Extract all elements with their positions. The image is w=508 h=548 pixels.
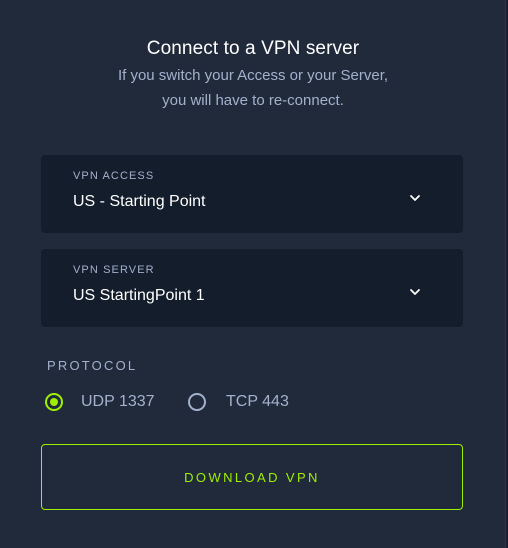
protocol-option-label: TCP 443 xyxy=(226,393,289,410)
panel-subtitle-line-1: If you switch your Access or your Server… xyxy=(117,67,389,84)
chevron-down-icon[interactable] xyxy=(409,287,421,297)
vpn-server-value: US StartingPoint 1 xyxy=(73,287,205,304)
radio-checked-icon[interactable] xyxy=(45,393,63,411)
download-vpn-button[interactable]: DOWNLOAD VPN xyxy=(41,444,463,510)
vpn-connect-panel: Connect to a VPN server If you switch yo… xyxy=(0,0,506,548)
vpn-server-select[interactable]: VPN SERVER US StartingPoint 1 xyxy=(41,249,463,327)
vpn-server-label: VPN SERVER xyxy=(73,264,155,276)
vpn-access-label: VPN ACCESS xyxy=(73,170,155,182)
vpn-access-select[interactable]: VPN ACCESS US - Starting Point xyxy=(41,155,463,233)
protocol-radio-udp[interactable]: UDP 1337 xyxy=(45,390,155,414)
protocol-radio-tcp[interactable]: TCP 443 xyxy=(188,390,289,414)
protocol-option-label: UDP 1337 xyxy=(81,393,155,410)
panel-subtitle-line-2: you will have to re-connect. xyxy=(162,92,344,109)
protocol-label: PROTOCOL xyxy=(47,358,138,373)
panel-title: Connect to a VPN server xyxy=(146,38,360,59)
vpn-access-value: US - Starting Point xyxy=(73,193,206,210)
radio-unchecked-icon[interactable] xyxy=(188,393,206,411)
chevron-down-icon[interactable] xyxy=(409,193,421,203)
